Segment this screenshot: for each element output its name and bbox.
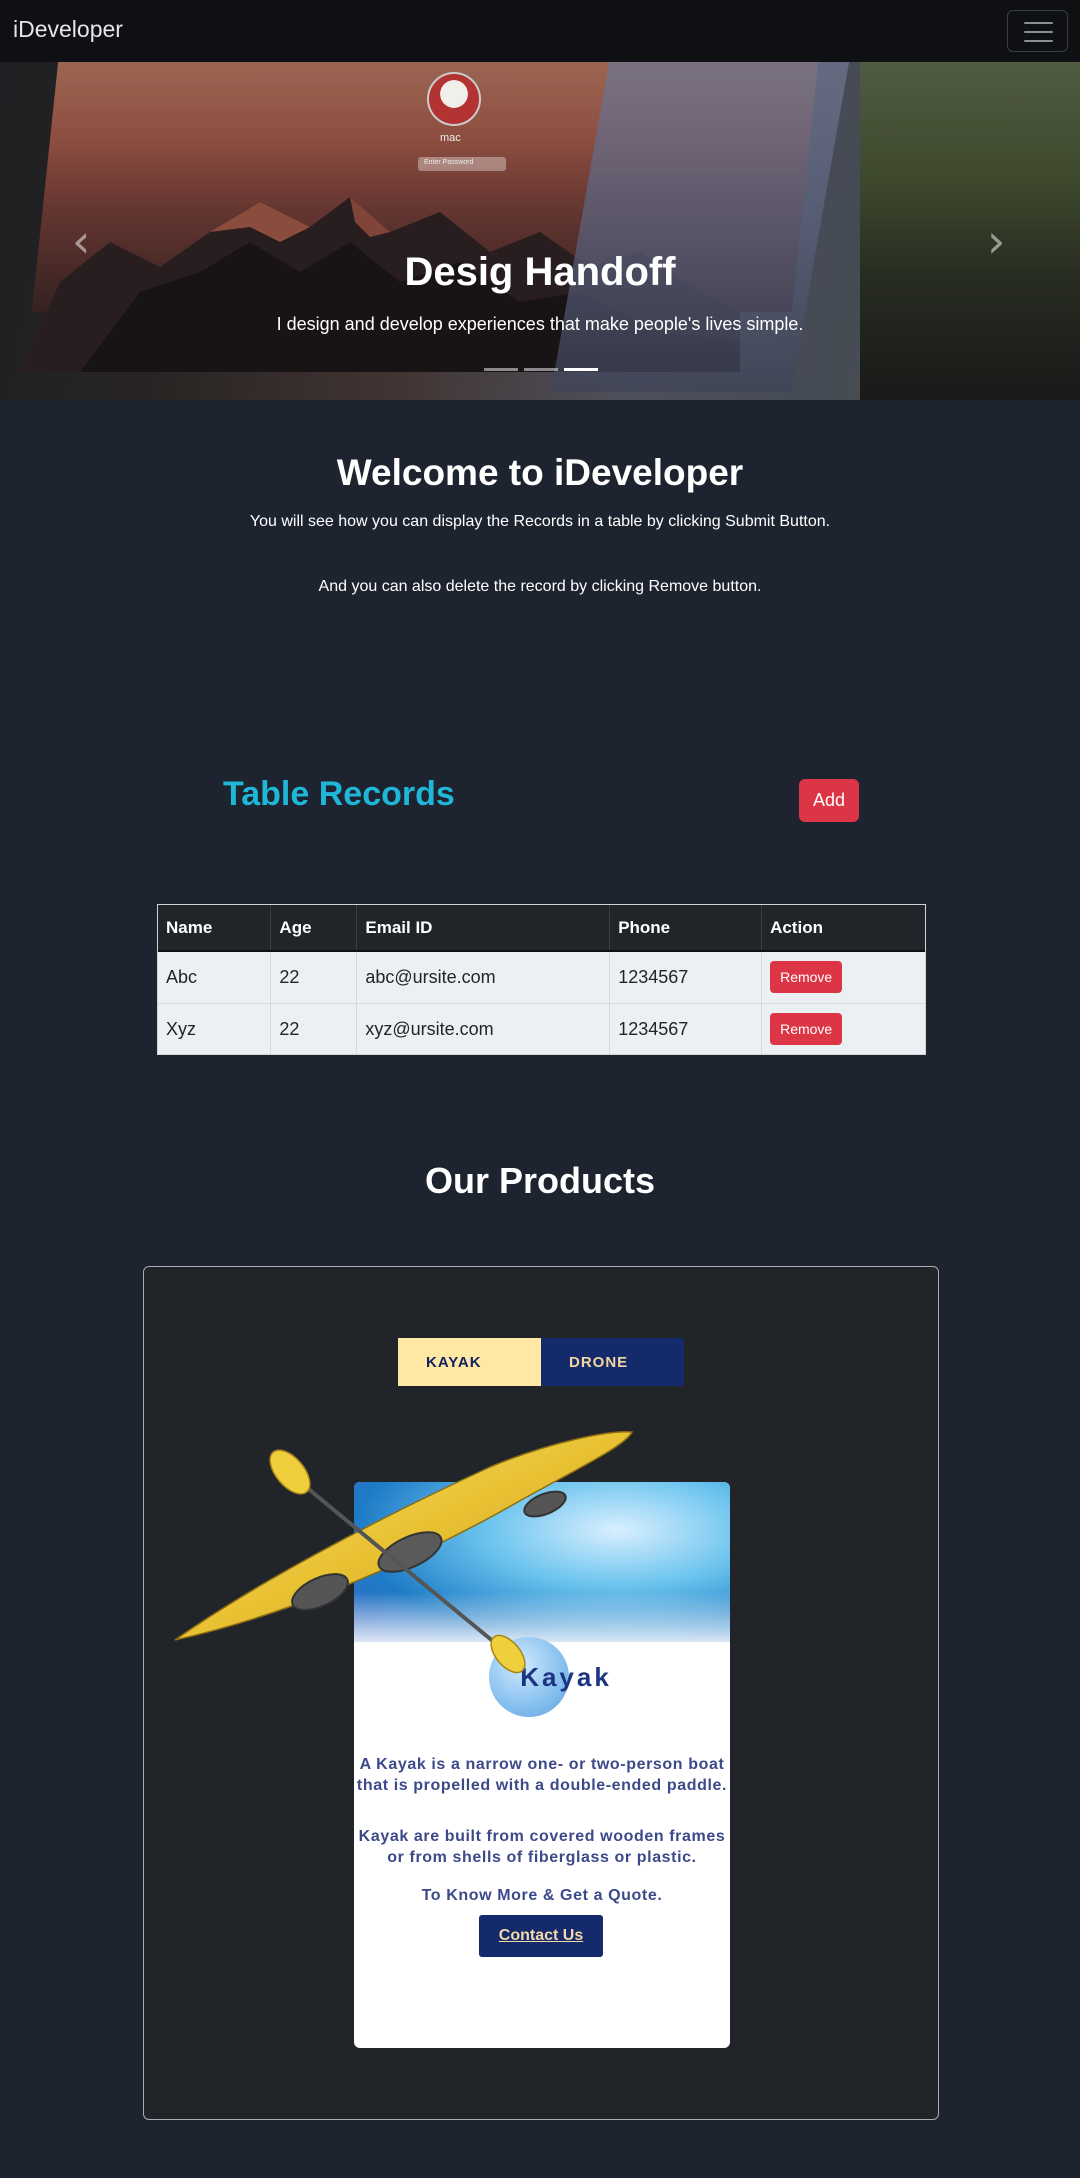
remove-button[interactable]: Remove bbox=[770, 1013, 843, 1045]
carousel-indicator[interactable] bbox=[484, 368, 518, 371]
cell-email: abc@ursite.com bbox=[356, 951, 611, 1004]
column-header-action: Action bbox=[761, 905, 925, 952]
product-description: A Kayak is a narrow one- or two-person b… bbox=[356, 1756, 728, 1794]
cell-phone: 1234567 bbox=[609, 951, 763, 1004]
cell-age: 22 bbox=[270, 951, 358, 1004]
contact-us-button[interactable]: Contact Us bbox=[479, 1915, 603, 1957]
cell-age: 22 bbox=[270, 1003, 358, 1054]
login-name: mac bbox=[440, 132, 461, 144]
tab-kayak[interactable]: KAYAK bbox=[398, 1338, 541, 1386]
carousel-overlay bbox=[0, 62, 1080, 400]
menu-bar bbox=[1024, 40, 1053, 42]
remove-button[interactable]: Remove bbox=[770, 961, 843, 994]
carousel-indicator-active[interactable] bbox=[564, 368, 598, 371]
hamburger-menu-icon[interactable] bbox=[1007, 10, 1068, 52]
column-header-name: Name bbox=[158, 905, 272, 952]
carousel-caption-title: Desig Handoff bbox=[404, 250, 676, 294]
products-title: Our Products bbox=[424, 1160, 656, 1201]
kayak-image bbox=[174, 1431, 634, 1674]
welcome-title: Welcome to iDeveloper bbox=[336, 452, 744, 493]
welcome-text: And you can also delete the record by cl… bbox=[318, 578, 762, 595]
product-cta-text: To Know More & Get a Quote. bbox=[421, 1887, 663, 1904]
menu-bar bbox=[1024, 31, 1053, 33]
column-header-email: Email ID bbox=[356, 905, 611, 952]
table-header-row: Name Age Email ID Phone Action bbox=[158, 905, 925, 952]
carousel-caption-text: I design and develop experiences that ma… bbox=[276, 314, 804, 334]
cell-phone: 1234567 bbox=[609, 1003, 763, 1054]
add-button[interactable]: Add bbox=[799, 779, 859, 822]
table-row: Xyz 22 xyz@ursite.com 1234567 Remove bbox=[158, 1003, 925, 1054]
records-title: Table Records bbox=[223, 775, 455, 813]
cell-name: Abc bbox=[158, 951, 272, 1004]
cell-name: Xyz bbox=[158, 1003, 272, 1054]
welcome-text: You will see how you can display the Rec… bbox=[249, 513, 831, 530]
cell-email: xyz@ursite.com bbox=[356, 1003, 611, 1054]
cell-action: Remove bbox=[761, 951, 925, 1004]
table-row: Abc 22 abc@ursite.com 1234567 Remove bbox=[158, 951, 925, 1004]
carousel-indicators bbox=[484, 368, 598, 371]
product-tabs: KAYAK DRONE bbox=[398, 1338, 684, 1386]
tab-drone[interactable]: DRONE bbox=[541, 1338, 684, 1386]
hero-carousel: mac Enter Password ‹ › Desig Handoff I d… bbox=[0, 62, 1080, 400]
navbar: iDeveloper bbox=[0, 0, 1080, 62]
records-table: Name Age Email ID Phone Action Abc 22 ab… bbox=[157, 904, 926, 1055]
cell-action: Remove bbox=[761, 1003, 925, 1054]
login-password-field: Enter Password bbox=[418, 157, 506, 171]
column-header-phone: Phone bbox=[609, 905, 763, 952]
brand-logo[interactable]: iDeveloper bbox=[13, 16, 123, 43]
login-avatar bbox=[427, 72, 481, 126]
carousel-indicator[interactable] bbox=[524, 368, 558, 371]
product-description: Kayak are built from covered wooden fram… bbox=[358, 1828, 726, 1866]
menu-bar bbox=[1024, 22, 1053, 24]
column-header-age: Age bbox=[270, 905, 358, 952]
